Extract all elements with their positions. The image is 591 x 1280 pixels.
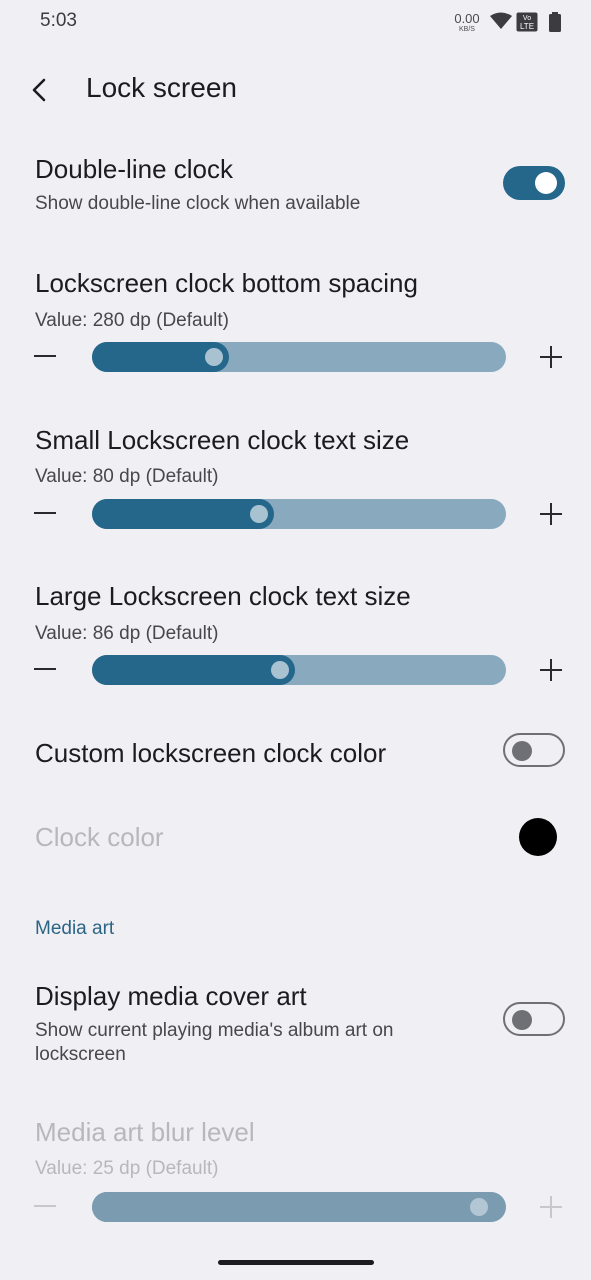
setting-subtitle: Show double-line clock when available	[35, 193, 361, 214]
blur-level-slider	[92, 1192, 506, 1222]
battery-icon	[549, 12, 561, 32]
decrease-small-text-button[interactable]	[34, 512, 56, 514]
network-speed-value: 0.00	[454, 11, 480, 26]
setting-title-large-text: Large Lockscreen clock text size	[35, 581, 411, 611]
setting-title-small-text: Small Lockscreen clock text size	[35, 425, 410, 455]
svg-text:LTE: LTE	[520, 22, 534, 31]
status-time: 5:03	[40, 10, 77, 31]
value-large-text: Value: 86 dp (Default)	[35, 623, 219, 644]
value-blur: Value: 25 dp (Default)	[35, 1158, 219, 1179]
clock-color-swatch	[519, 818, 557, 856]
increase-large-text-button[interactable]	[540, 659, 562, 681]
decrease-large-text-button[interactable]	[34, 668, 56, 670]
setting-subtitle-media-cover: Show current playing media's album art o…	[35, 1020, 394, 1065]
wifi-icon	[490, 12, 512, 29]
custom-clock-color-toggle[interactable]	[503, 733, 565, 767]
setting-title: Double-line clock	[35, 158, 233, 184]
increase-blur-button	[540, 1196, 562, 1218]
media-cover-art-toggle[interactable]	[503, 1002, 565, 1036]
decrease-bottom-spacing-button[interactable]	[34, 355, 56, 357]
small-text-slider[interactable]	[92, 499, 506, 529]
setting-title-media-cover: Display media cover art	[35, 981, 307, 1011]
value-bottom-spacing: Value: 280 dp (Default)	[35, 310, 229, 331]
increase-small-text-button[interactable]	[540, 503, 562, 525]
setting-title-clock-color: Clock color	[35, 822, 164, 852]
volte-icon: Vo LTE	[516, 12, 538, 32]
network-speed: 0.00 KB/S	[450, 12, 484, 33]
back-arrow-icon[interactable]	[26, 76, 54, 104]
value-small-text: Value: 80 dp (Default)	[35, 466, 219, 487]
setting-title-custom-color: Custom lockscreen clock color	[35, 738, 387, 768]
double-line-clock-toggle[interactable]	[503, 166, 565, 200]
large-text-slider[interactable]	[92, 655, 506, 685]
setting-title-bottom-spacing: Lockscreen clock bottom spacing	[35, 268, 418, 298]
section-header-media-art: Media art	[35, 918, 115, 939]
gesture-navigation-bar[interactable]	[218, 1260, 374, 1265]
setting-title-blur: Media art blur level	[35, 1117, 255, 1147]
increase-bottom-spacing-button[interactable]	[540, 346, 562, 368]
network-speed-unit: KB/S	[459, 26, 475, 33]
page-title: Lock screen	[86, 72, 237, 103]
decrease-blur-button	[34, 1205, 56, 1207]
svg-text:Vo: Vo	[523, 15, 531, 22]
bottom-spacing-slider[interactable]	[92, 342, 506, 372]
